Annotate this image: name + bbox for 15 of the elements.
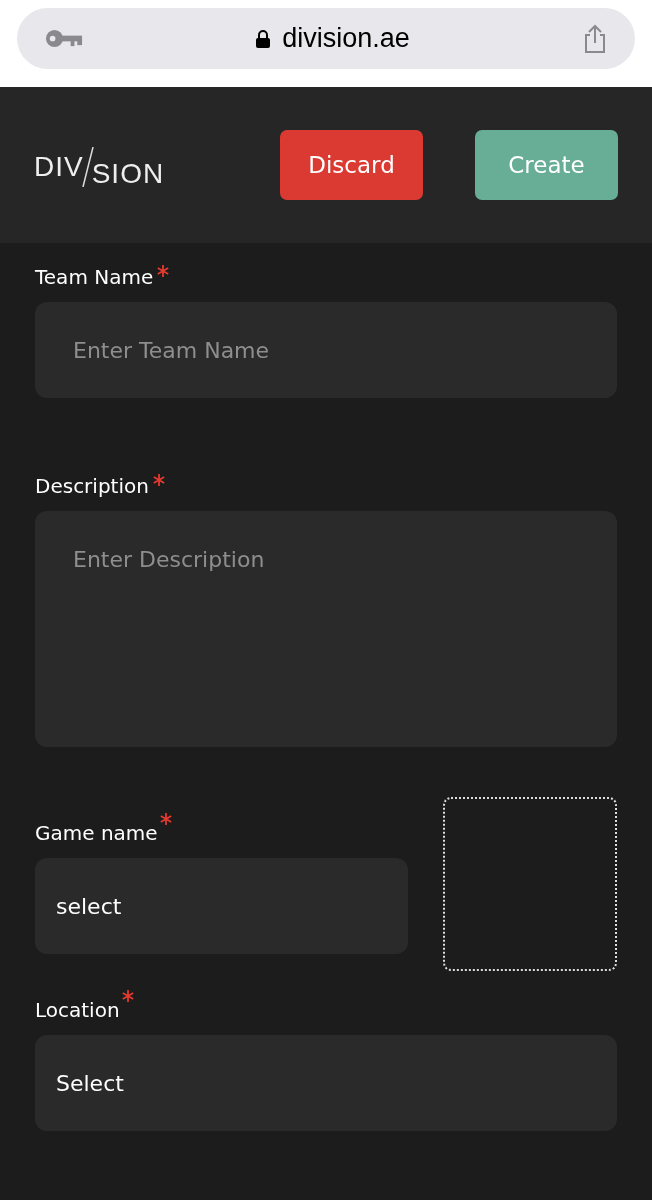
select-field[interactable]: select bbox=[35, 858, 408, 954]
select-field[interactable]: Select bbox=[35, 1035, 617, 1131]
discard-button[interactable]: Discard bbox=[280, 130, 423, 200]
key-icon[interactable] bbox=[45, 28, 83, 49]
field-label: Description bbox=[35, 474, 149, 498]
address-bar[interactable]: division.ae bbox=[17, 8, 635, 69]
field-label: Game name bbox=[35, 821, 158, 845]
url-text: division.ae bbox=[282, 23, 410, 54]
share-icon[interactable] bbox=[583, 23, 607, 54]
field-label: Team Name bbox=[35, 265, 154, 289]
image-upload-area[interactable] bbox=[443, 797, 617, 971]
field-label: Location bbox=[35, 998, 120, 1022]
logo: DIV SION bbox=[34, 144, 165, 190]
input-field[interactable]: Enter Team Name bbox=[35, 302, 617, 398]
text-area[interactable]: Enter Description bbox=[35, 511, 617, 747]
